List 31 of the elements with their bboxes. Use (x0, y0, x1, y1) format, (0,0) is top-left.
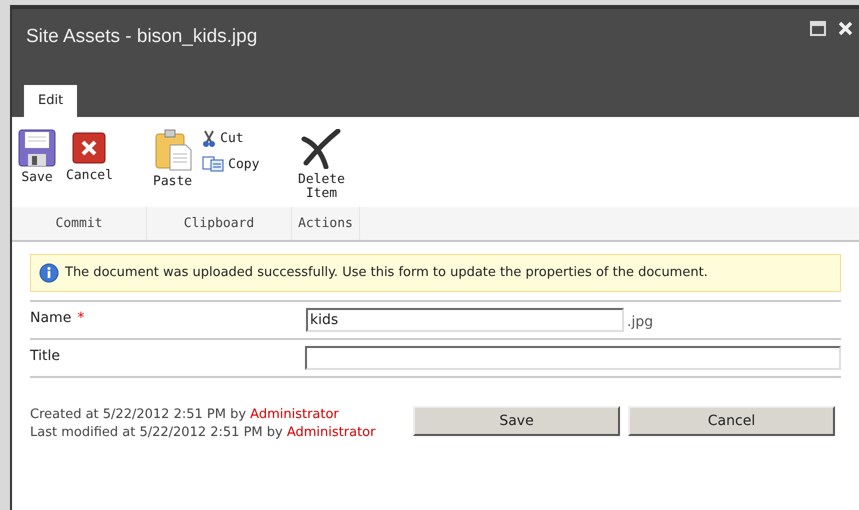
delete-button[interactable]: Delete Item (298, 129, 345, 201)
cancel-button[interactable]: Cancel (66, 129, 113, 183)
ribbon-group-label: Commit (12, 207, 147, 240)
message-text: The document was uploaded successfully. Use this form to update the properties of the document. (65, 264, 708, 282)
modified-info: Last modified at 5/22/2012 2:51 PM by Administrator (30, 424, 376, 442)
text-input[interactable] (304, 346, 841, 370)
save-button[interactable]: Save (18, 129, 56, 185)
field-label: Title (30, 347, 60, 366)
required-asterisk: * (77, 309, 84, 328)
copy-icon (202, 156, 224, 172)
scissors-icon (202, 130, 216, 148)
user-link[interactable]: Administrator (286, 425, 376, 440)
info-icon (39, 263, 59, 283)
field-label: Name (30, 309, 72, 328)
paste-button[interactable]: Paste (153, 129, 192, 189)
window-title: Site Assets - bison_kids.jpg (26, 25, 258, 49)
form-button[interactable]: Cancel (628, 406, 835, 436)
clipboard-icon (154, 129, 192, 171)
maximize-icon[interactable] (810, 21, 826, 36)
cut-button[interactable]: Cut (202, 129, 260, 148)
form-button[interactable]: Save (413, 406, 620, 436)
text-input[interactable]: kids (306, 308, 624, 332)
created-info: Created at 5/22/2012 2:51 PM by Administrator (30, 406, 340, 424)
ribbon-group-label: Clipboard (147, 207, 292, 240)
x-mark-icon (300, 129, 342, 169)
file-extension: .jpg (627, 313, 654, 332)
user-link[interactable]: Administrator (250, 407, 339, 422)
ribbon-group-label: Actions (292, 207, 360, 240)
close-icon[interactable] (838, 21, 853, 36)
ribbon-tab[interactable]: Edit (24, 85, 78, 117)
copy-button[interactable]: Copy (202, 154, 260, 174)
